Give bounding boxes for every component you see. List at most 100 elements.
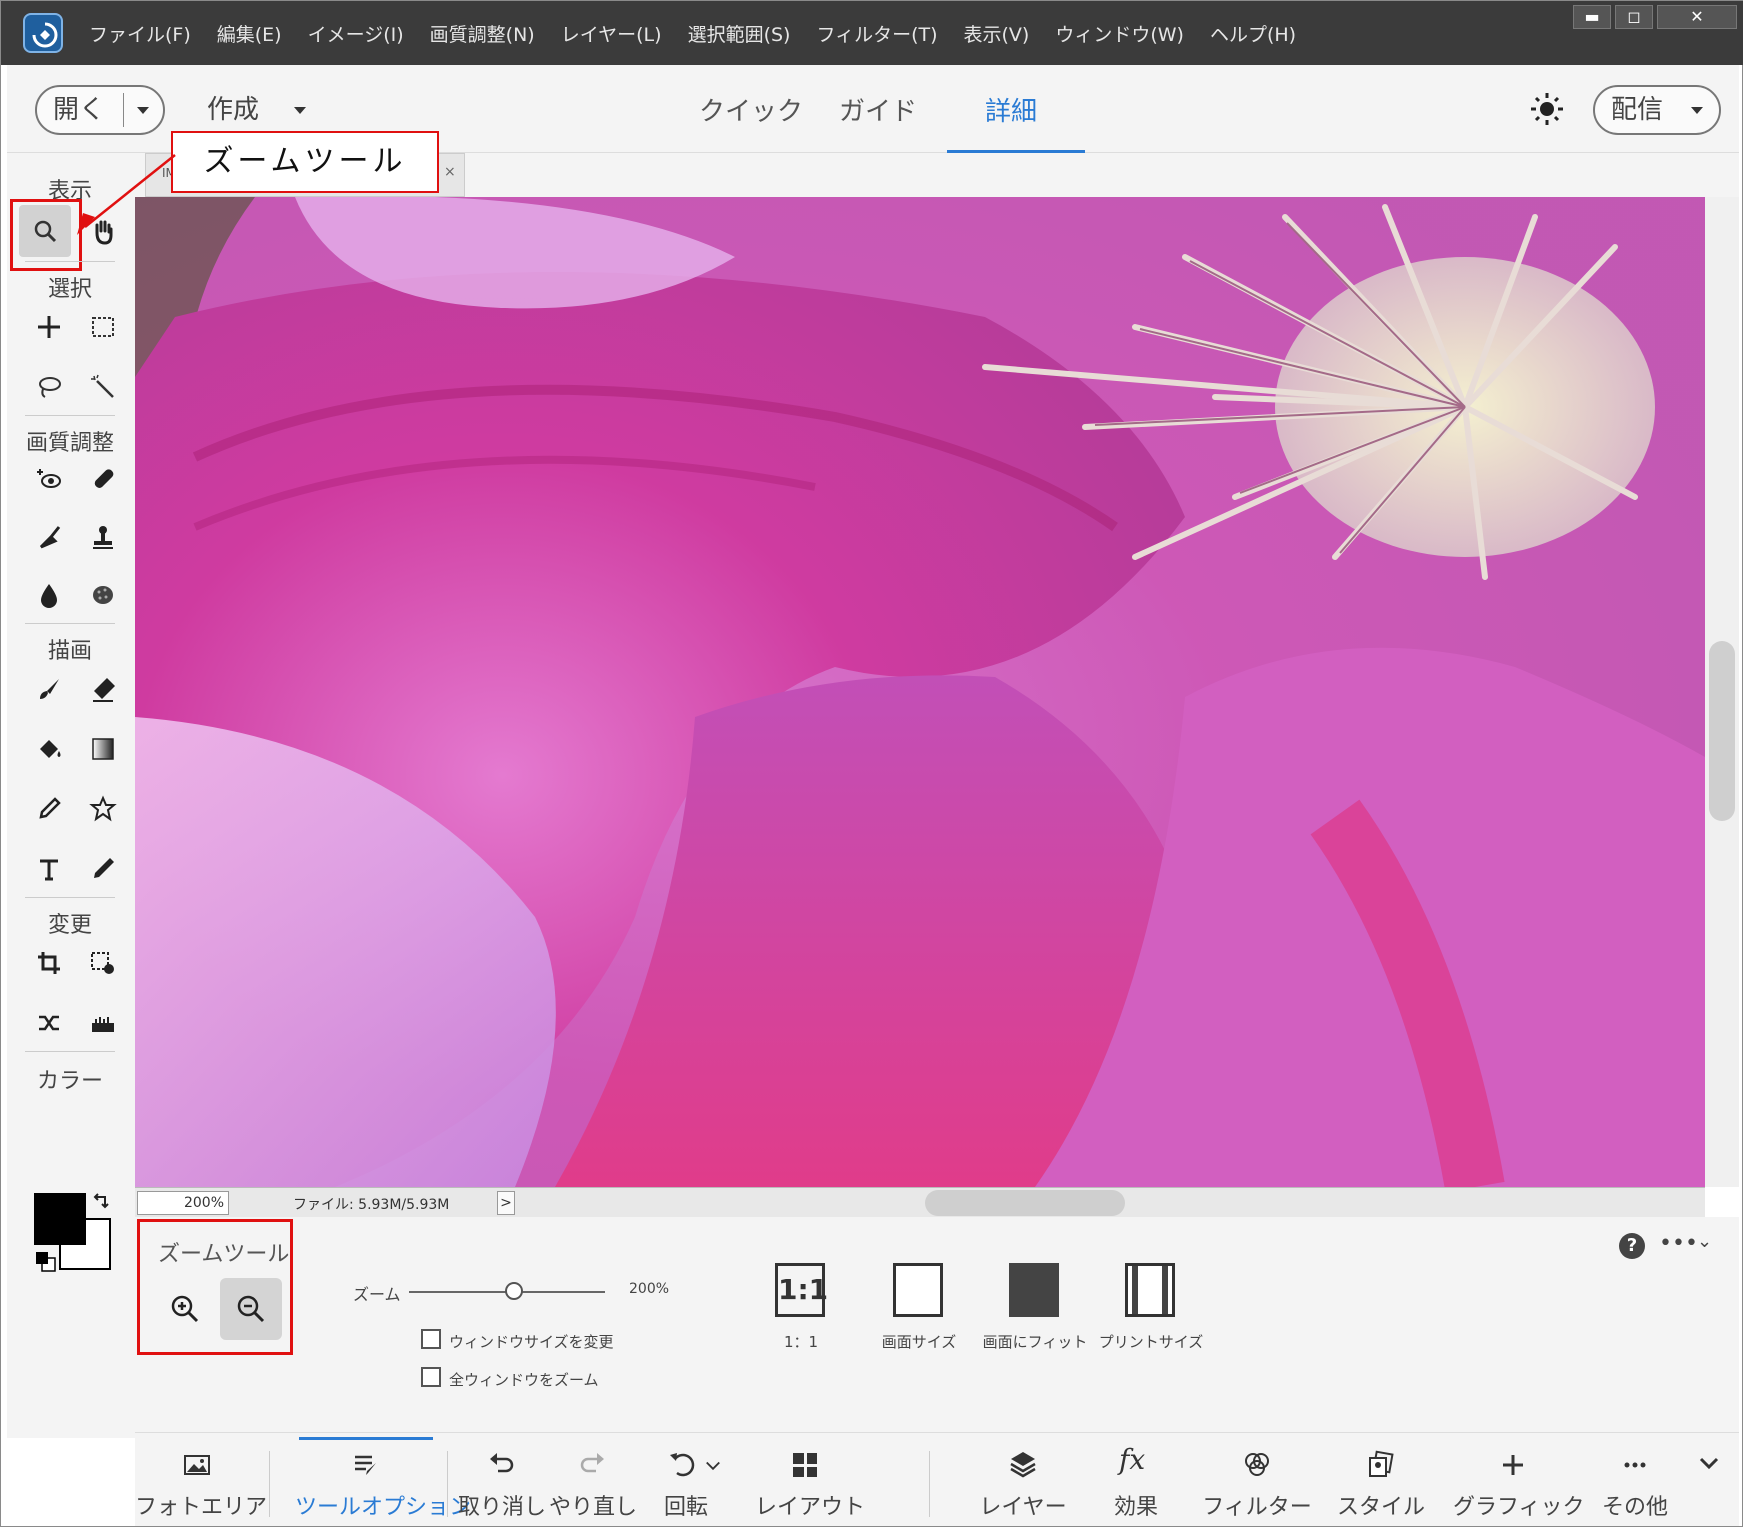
layers-button[interactable]: レイヤー xyxy=(965,1433,1081,1527)
content-aware-move-icon xyxy=(39,1015,59,1031)
status-menu-arrow[interactable]: > xyxy=(497,1191,515,1215)
sponge-tool[interactable] xyxy=(81,573,125,617)
minimize-button[interactable]: ▬ xyxy=(1573,5,1611,29)
eyedropper-tool[interactable] xyxy=(27,787,71,831)
zoom-readout-field[interactable]: 200% xyxy=(137,1191,229,1215)
zoom-slider-handle[interactable] xyxy=(505,1282,523,1300)
type-tool[interactable] xyxy=(27,847,71,891)
swap-colors-icon[interactable] xyxy=(91,1193,111,1213)
divider xyxy=(25,623,115,624)
default-colors-icon[interactable] xyxy=(35,1251,57,1273)
menu-select[interactable]: 選択範囲(S) xyxy=(688,20,791,47)
filters-button[interactable]: フィルター xyxy=(1197,1433,1317,1527)
clone-stamp-tool[interactable] xyxy=(81,515,125,559)
graphics-button[interactable]: グラフィック xyxy=(1453,1433,1585,1527)
layout-button[interactable]: レイアウト xyxy=(755,1433,865,1527)
vertical-scroll-thumb[interactable] xyxy=(1709,641,1735,821)
divider xyxy=(25,261,115,262)
fit-screen-button[interactable] xyxy=(893,1263,949,1319)
paint-bucket-tool[interactable] xyxy=(27,727,71,771)
menu-layer[interactable]: レイヤー(L) xyxy=(561,20,662,47)
move-tool[interactable] xyxy=(27,305,71,349)
zoom-out-button[interactable] xyxy=(220,1278,282,1340)
create-button[interactable]: 作成 xyxy=(207,89,259,126)
rotate-button[interactable]: 回転 xyxy=(655,1433,745,1527)
marquee-tool[interactable] xyxy=(81,305,125,349)
layout-icon xyxy=(793,1453,817,1477)
more-options-icon[interactable]: ••• xyxy=(1659,1231,1698,1256)
close-button[interactable]: ✕ xyxy=(1657,5,1737,29)
pencil-tool[interactable] xyxy=(81,847,125,891)
filters-label: フィルター xyxy=(1202,1495,1312,1520)
print-size-label: プリントサイズ xyxy=(1098,1333,1204,1351)
tab-expert[interactable]: 詳細 xyxy=(985,91,1037,128)
smart-brush-tool[interactable] xyxy=(27,515,71,559)
menu-window[interactable]: ウィンドウ(W) xyxy=(1055,20,1184,47)
close-tab-icon[interactable]: × xyxy=(444,164,456,180)
healing-brush-tool[interactable] xyxy=(81,457,125,501)
print-size-button[interactable] xyxy=(1125,1263,1181,1319)
image-canvas[interactable] xyxy=(135,197,1705,1187)
zoom-all-windows-checkbox[interactable] xyxy=(421,1367,441,1387)
tab-guide[interactable]: ガイド xyxy=(839,91,917,128)
menu-help[interactable]: ヘルプ(H) xyxy=(1210,20,1296,47)
brush-tool[interactable] xyxy=(27,667,71,711)
open-button[interactable]: 開く xyxy=(35,85,165,135)
crop-tool[interactable] xyxy=(27,941,71,985)
divider xyxy=(25,1051,115,1052)
brush-icon xyxy=(40,679,59,699)
eyedropper-icon xyxy=(39,797,61,819)
tool-options-button[interactable]: ツールオプション xyxy=(295,1433,472,1527)
red-eye-tool[interactable] xyxy=(27,457,71,501)
chevron-down-icon[interactable] xyxy=(1695,1449,1723,1477)
zoom-out-icon xyxy=(237,1295,265,1323)
share-button[interactable]: 配信 xyxy=(1593,85,1721,135)
photo-bin-button[interactable]: フォトエリア xyxy=(135,1433,267,1527)
chevron-down-icon[interactable] xyxy=(294,107,306,114)
menu-view[interactable]: 表示(V) xyxy=(964,20,1030,47)
menu-image[interactable]: イメージ(I) xyxy=(308,20,404,47)
undo-button[interactable]: 取り消し xyxy=(457,1433,547,1527)
divider xyxy=(123,93,124,127)
status-bar: 200% ファイル: 5.93M/5.93M > xyxy=(135,1187,1705,1217)
custom-shape-tool[interactable] xyxy=(81,787,125,831)
gradient-tool[interactable] xyxy=(81,727,125,771)
styles-button[interactable]: スタイル xyxy=(1331,1433,1431,1527)
chevron-down-icon[interactable]: ⌄ xyxy=(1697,1231,1712,1252)
add-graphic-icon xyxy=(1503,1455,1523,1475)
menu-filter[interactable]: フィルター(T) xyxy=(816,20,937,47)
horizontal-scroll-thumb[interactable] xyxy=(925,1190,1125,1216)
resize-windows-checkbox[interactable] xyxy=(421,1329,441,1349)
blur-tool[interactable] xyxy=(27,573,71,617)
effects-button[interactable]: fx 効果 xyxy=(1101,1433,1171,1527)
magic-wand-tool[interactable] xyxy=(81,365,125,409)
maximize-button[interactable]: ◻ xyxy=(1615,5,1653,29)
paint-bucket-icon xyxy=(40,740,61,758)
content-aware-move-tool[interactable] xyxy=(27,1001,71,1045)
sponge-icon xyxy=(93,586,113,604)
straighten-tool[interactable] xyxy=(81,1001,125,1045)
eraser-tool[interactable] xyxy=(81,667,125,711)
one-to-one-button[interactable]: 1:1 xyxy=(775,1263,831,1319)
more-button[interactable]: その他 xyxy=(1585,1433,1685,1527)
section-enhance-label: 画質調整 xyxy=(25,431,114,456)
chevron-down-icon[interactable] xyxy=(137,107,149,114)
tool-options-label: ツールオプション xyxy=(295,1495,472,1520)
brightness-icon[interactable] xyxy=(1529,91,1565,127)
recompose-tool[interactable] xyxy=(81,941,125,985)
menu-file[interactable]: ファイル(F) xyxy=(89,20,191,47)
clone-stamp-icon xyxy=(93,526,113,549)
fill-screen-button[interactable] xyxy=(1009,1263,1065,1319)
menu-enhance[interactable]: 画質調整(N) xyxy=(430,20,535,47)
help-icon[interactable]: ? xyxy=(1619,1233,1645,1259)
foreground-color-swatch[interactable] xyxy=(34,1193,86,1245)
lasso-tool[interactable] xyxy=(27,365,71,409)
section-modify-label: 変更 xyxy=(47,913,92,938)
tab-quick[interactable]: クイック xyxy=(699,91,803,128)
menu-edit[interactable]: 編集(E) xyxy=(217,20,282,47)
zoom-slider-value: 200% xyxy=(629,1281,670,1297)
redo-button[interactable]: やり直し xyxy=(549,1433,637,1527)
zoom-in-button[interactable] xyxy=(154,1278,216,1340)
toolbox: 表示 選択 画質調整 描画 変更 カラー xyxy=(7,153,135,1438)
zoom-tool[interactable] xyxy=(19,205,71,257)
